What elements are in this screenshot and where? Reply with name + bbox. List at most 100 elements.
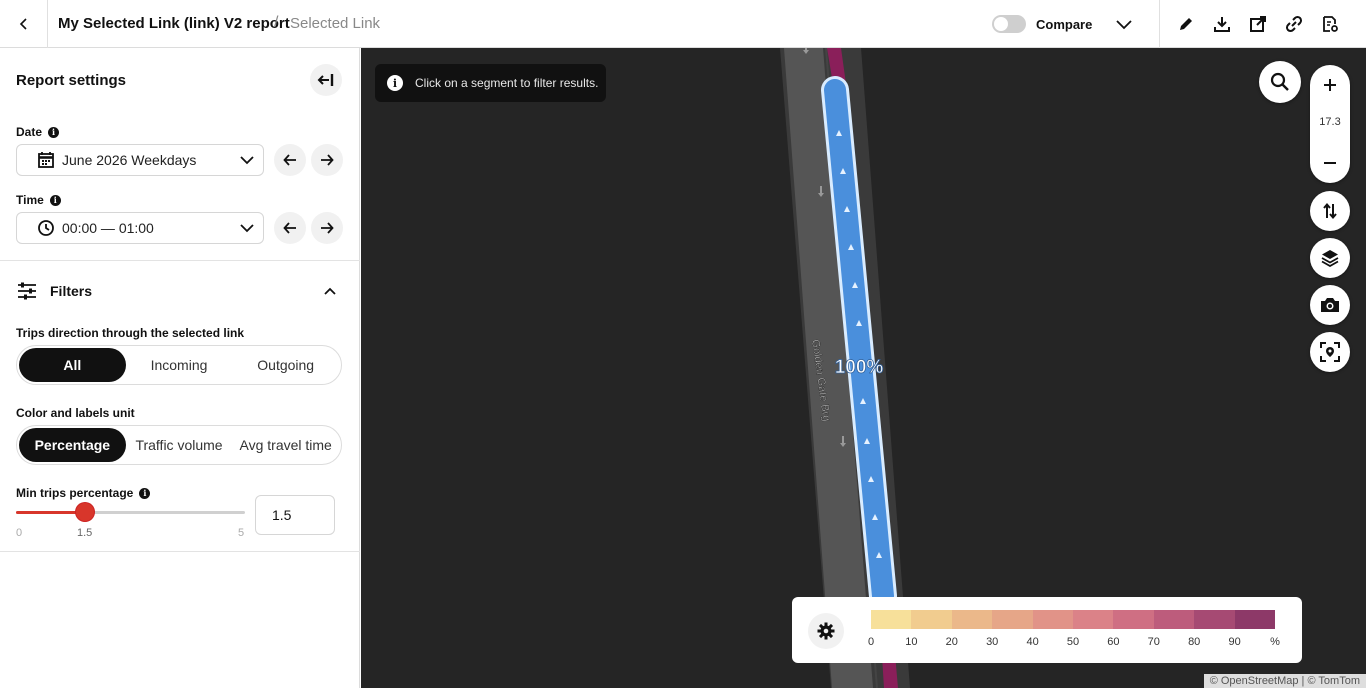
edit-button[interactable]	[1174, 12, 1198, 36]
legend-swatch	[1153, 610, 1195, 629]
legend-tick-label: 0	[867, 636, 875, 648]
previous-time-button[interactable]	[274, 212, 306, 244]
unit-segmented-control: Percentage Traffic volume Avg travel tim…	[16, 425, 342, 465]
calendar-icon	[38, 152, 54, 168]
legend-tick-label: 20	[945, 636, 958, 648]
slider-max-label: 5	[238, 527, 245, 539]
min-trips-input[interactable]	[255, 495, 335, 535]
zoom-level: 17.3	[1319, 116, 1341, 128]
arrow-right-icon	[321, 222, 334, 234]
filters-title: Filters	[50, 283, 93, 299]
legend-swatch	[911, 610, 952, 629]
direction-option-outgoing[interactable]: Outgoing	[232, 348, 339, 382]
focus-location-icon	[1320, 342, 1340, 362]
date-select[interactable]: June 2026 Weekdays	[16, 144, 264, 176]
copy-link-button[interactable]	[1282, 12, 1306, 36]
chevron-down-icon	[1116, 20, 1132, 30]
info-icon[interactable]: i	[48, 126, 60, 138]
info-icon[interactable]: i	[49, 194, 61, 206]
map-layers-button[interactable]	[1310, 238, 1350, 278]
previous-date-button[interactable]	[274, 144, 306, 176]
minus-icon	[1324, 162, 1336, 164]
report-settings-button[interactable]	[1318, 12, 1342, 36]
share-button[interactable]	[1246, 12, 1270, 36]
back-button[interactable]	[0, 0, 48, 48]
slider-value-label: 1.5	[77, 527, 93, 539]
zoom-in-button[interactable]	[1310, 67, 1350, 103]
chevron-up-icon	[324, 287, 336, 295]
gear-icon	[817, 622, 835, 640]
time-select[interactable]: 00:00 — 01:00	[16, 212, 264, 244]
collapse-panel-button[interactable]	[310, 64, 342, 96]
date-value: June 2026 Weekdays	[62, 152, 197, 168]
tooltip-text: Click on a segment to filter results.	[415, 76, 599, 90]
chevron-down-icon	[240, 224, 254, 233]
min-trips-label: Min trips percentage i	[16, 486, 151, 500]
report-settings-icon	[1323, 16, 1338, 32]
info-icon[interactable]: i	[139, 487, 151, 499]
edit-icon	[1180, 18, 1192, 30]
next-date-button[interactable]	[311, 144, 343, 176]
report-title: My Selected Link (link) V2 report	[58, 15, 290, 32]
map-search-button[interactable]	[1259, 61, 1301, 103]
legend-swatch	[1073, 610, 1114, 629]
focus-location-button[interactable]	[1310, 332, 1350, 372]
unit-option-percentage[interactable]: Percentage	[19, 428, 126, 462]
segment-percentage-label[interactable]: 100%	[834, 357, 884, 379]
search-icon	[1270, 72, 1289, 91]
screenshot-button[interactable]	[1310, 285, 1350, 325]
panel-title: Report settings	[16, 72, 127, 89]
plus-icon	[1324, 79, 1336, 91]
breadcrumb[interactable]: Selected Link	[290, 15, 380, 32]
swap-direction-button[interactable]	[1310, 191, 1350, 231]
slider-thumb[interactable]	[76, 503, 94, 521]
legend-swatch	[951, 610, 993, 629]
legend-tick-label: 50	[1066, 636, 1080, 648]
chevron-left-icon	[19, 18, 27, 30]
legend-swatch	[1032, 610, 1074, 629]
zoom-out-button[interactable]	[1310, 145, 1350, 181]
legend-color-scale	[871, 610, 1276, 629]
download-button[interactable]	[1210, 12, 1234, 36]
unit-option-avg-travel-time[interactable]: Avg travel time	[232, 428, 339, 462]
breadcrumb-separator: /	[274, 14, 279, 31]
min-trips-slider[interactable]	[16, 503, 245, 521]
share-icon	[1250, 16, 1266, 32]
legend-tick-label: 80	[1188, 636, 1201, 648]
report-settings-panel: Report settings Date i June 2026 Weekdays…	[0, 48, 360, 688]
next-time-button[interactable]	[311, 212, 343, 244]
clock-icon	[38, 220, 54, 236]
unit-option-traffic-volume[interactable]: Traffic volume	[126, 428, 233, 462]
filters-section-toggle[interactable]: Filters	[16, 278, 342, 304]
arrow-left-icon	[283, 154, 296, 166]
camera-icon	[1321, 298, 1339, 312]
legend-swatch	[992, 610, 1033, 629]
legend-swatch	[1194, 610, 1235, 629]
direction-segmented-control: All Incoming Outgoing	[16, 345, 342, 385]
legend-swatch	[871, 610, 912, 629]
direction-label: Trips direction through the selected lin…	[16, 326, 245, 340]
legend-tick-label: 40	[1026, 636, 1039, 648]
map-legend: 0 10 20 30 40 50 60 70 80 90%	[792, 597, 1302, 663]
map-view[interactable]: Golden Gate Brg 100% i Click on a segmen…	[361, 48, 1366, 688]
time-value: 00:00 — 01:00	[62, 220, 154, 236]
compare-dropdown[interactable]	[1112, 12, 1136, 36]
app-header: My Selected Link (link) V2 report / Sele…	[0, 0, 1366, 48]
info-icon: i	[387, 75, 403, 91]
compare-toggle[interactable]	[992, 15, 1026, 33]
legend-swatch	[1234, 610, 1276, 629]
legend-swatch	[1113, 610, 1154, 629]
arrow-right-icon	[321, 154, 334, 166]
map-attribution[interactable]: © OpenStreetMap | © TomTom	[1203, 674, 1366, 688]
direction-option-all[interactable]: All	[19, 348, 126, 382]
chevron-down-icon	[240, 156, 254, 165]
map-tooltip: i Click on a segment to filter results.	[375, 64, 607, 102]
direction-option-incoming[interactable]: Incoming	[126, 348, 233, 382]
map-canvas[interactable]: Golden Gate Brg 100%	[361, 48, 1366, 688]
compare-label: Compare	[1036, 17, 1093, 32]
legend-settings-button[interactable]	[808, 613, 844, 649]
legend-tick-label: %	[1270, 636, 1280, 648]
swap-vertical-icon	[1323, 202, 1337, 220]
slider-min-label: 0	[16, 527, 23, 539]
legend-tick-label: 70	[1147, 636, 1160, 648]
